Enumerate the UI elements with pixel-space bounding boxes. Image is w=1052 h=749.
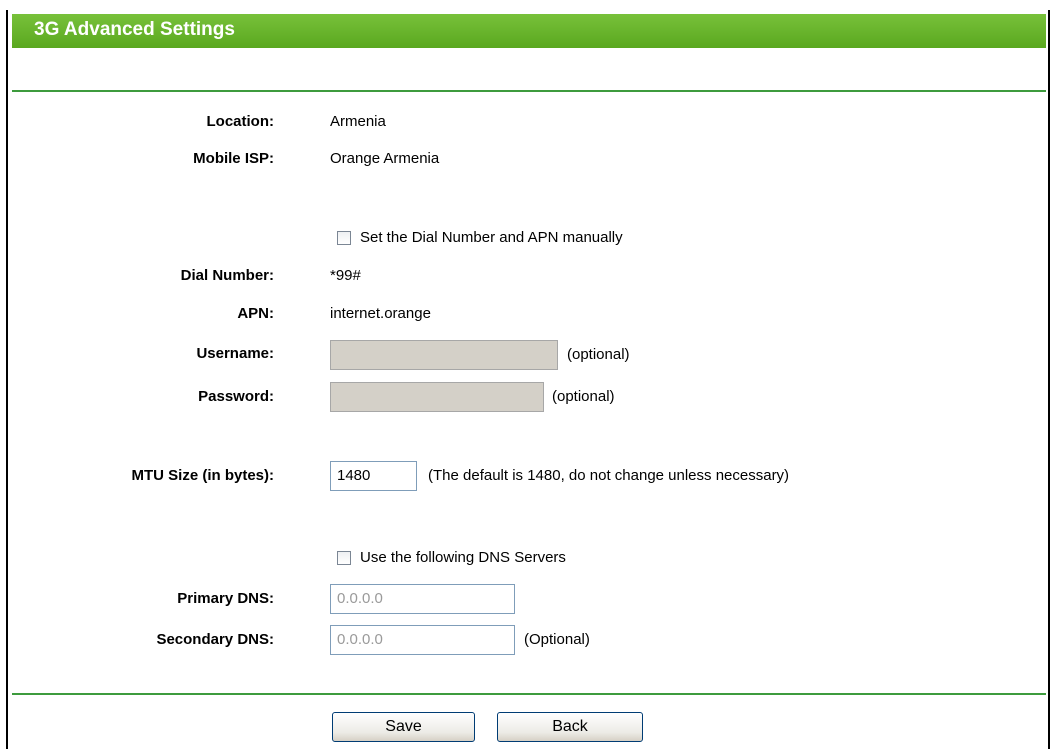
save-button[interactable]: Save [332, 712, 475, 742]
username-label: Username: [196, 345, 274, 362]
primary-dns-label: Primary DNS: [177, 590, 274, 607]
primary-dns-input[interactable]: 0.0.0.0 [330, 584, 515, 614]
dns-servers-checkbox[interactable] [337, 551, 351, 565]
mobile-isp-label: Mobile ISP: [193, 150, 274, 167]
secondary-dns-value: 0.0.0.0 [337, 631, 383, 648]
secondary-dns-label: Secondary DNS: [156, 631, 274, 648]
location-label: Location: [206, 113, 275, 130]
dial-number-value: *99# [330, 267, 361, 284]
page-header: 3G Advanced Settings [12, 14, 1046, 48]
primary-dns-value: 0.0.0.0 [337, 590, 383, 607]
manual-dial-checkbox-label: Set the Dial Number and APN manually [360, 229, 623, 246]
top-divider [12, 90, 1046, 92]
secondary-dns-input[interactable]: 0.0.0.0 [330, 625, 515, 655]
username-input[interactable] [330, 340, 558, 370]
mtu-size-note: (The default is 1480, do not change unle… [428, 467, 790, 484]
dial-number-label: Dial Number: [180, 267, 274, 284]
password-input[interactable] [330, 382, 544, 412]
apn-label: APN: [237, 305, 274, 322]
apn-value: internet.orange [330, 305, 431, 322]
manual-dial-checkbox[interactable] [337, 231, 351, 245]
mobile-isp-value: Orange Armenia [330, 150, 440, 167]
username-optional-note: (optional) [567, 346, 630, 363]
dns-servers-checkbox-label: Use the following DNS Servers [360, 549, 566, 566]
page-title: 3G Advanced Settings [34, 19, 235, 40]
back-button[interactable]: Back [497, 712, 643, 742]
mtu-size-value: 1480 [337, 467, 371, 484]
mtu-size-label: MTU Size (in bytes): [131, 467, 274, 484]
password-optional-note: (optional) [552, 388, 615, 405]
secondary-dns-optional-note: (Optional) [524, 631, 590, 648]
mtu-size-input[interactable]: 1480 [330, 461, 417, 491]
bottom-divider [12, 693, 1046, 695]
location-value: Armenia [330, 113, 386, 130]
password-label: Password: [198, 388, 274, 405]
